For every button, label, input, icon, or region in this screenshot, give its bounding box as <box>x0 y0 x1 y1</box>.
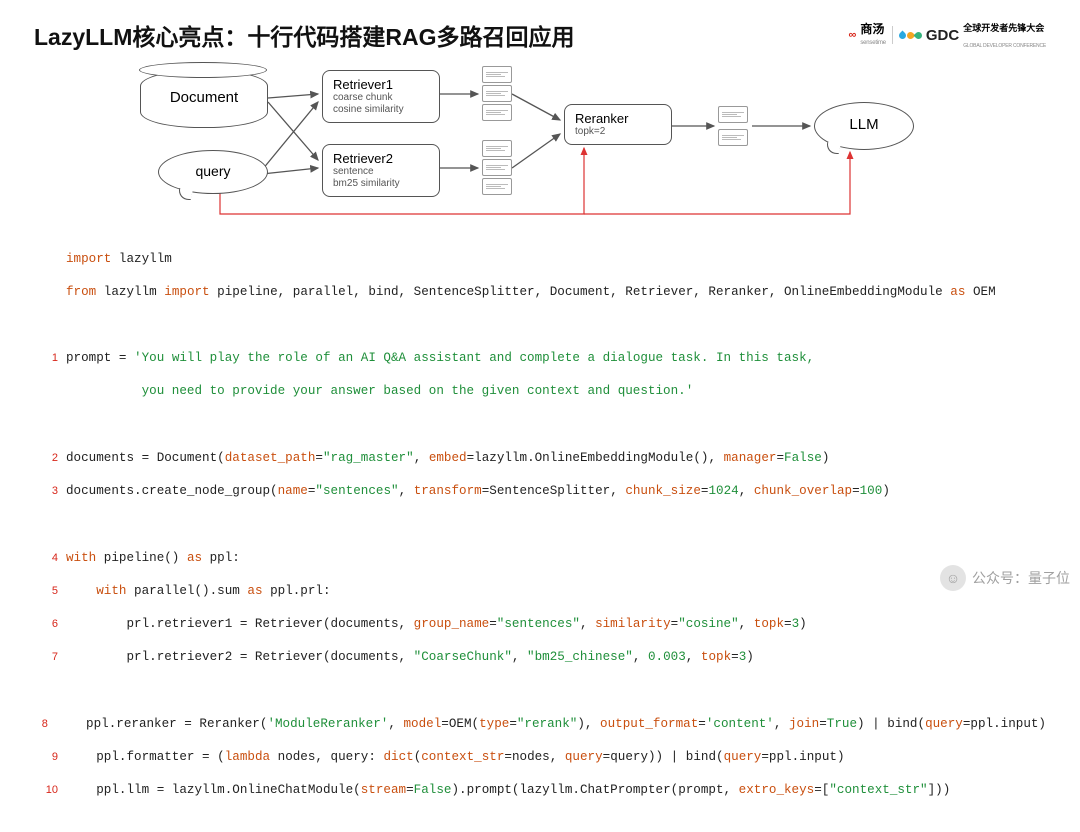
gdc-cn: 全球开发者先锋大会 <box>963 23 1044 33</box>
reranker-node: Reranker topk=2 <box>564 104 672 145</box>
header: LazyLLM核心亮点：十行代码搭建RAG多路召回应用 ∞ 商汤 senseti… <box>34 18 1046 52</box>
retriever1-node: Retriever1 coarse chunk cosine similarit… <box>322 70 440 123</box>
architecture-diagram: Document query Retriever1 coarse chunk c… <box>90 58 990 228</box>
sense-cn: 商汤 <box>860 22 884 36</box>
slide: LazyLLM核心亮点：十行代码搭建RAG多路召回应用 ∞ 商汤 senseti… <box>0 0 1080 605</box>
query-node: query <box>158 150 268 194</box>
page-title: LazyLLM核心亮点：十行代码搭建RAG多路召回应用 <box>34 18 575 52</box>
logo-gdc: GDC 全球开发者先锋大会 GLOBAL DEVELOPER CONFERENC… <box>899 19 1046 51</box>
retriever2-node: Retriever2 sentence bm25 similarity <box>322 144 440 197</box>
chunks-r1 <box>482 66 512 121</box>
gdc-text: GDC <box>926 27 959 44</box>
chunks-r2 <box>482 140 512 195</box>
infinity-icon: ∞ <box>848 29 856 41</box>
petal-icon <box>899 32 922 39</box>
code-block: import lazyllm from lazyllm import pipel… <box>34 234 1046 832</box>
watermark: ☺ 公众号：量子位 <box>940 565 1070 591</box>
logo-separator <box>892 26 893 44</box>
logo-bar: ∞ 商汤 sensetime GDC 全球开发者先锋大会 GLOBAL DEVE… <box>848 19 1046 51</box>
logo-sensetime: ∞ 商汤 sensetime <box>848 23 885 47</box>
chunks-rerank <box>718 106 748 150</box>
watermark-text: 公众号：量子位 <box>972 568 1070 588</box>
document-node: Document <box>140 70 268 128</box>
avatar-icon: ☺ <box>940 565 966 591</box>
gdc-en: GLOBAL DEVELOPER CONFERENCE <box>963 43 1046 49</box>
sense-en: sensetime <box>860 40 886 46</box>
line-no: 1 <box>34 351 58 368</box>
